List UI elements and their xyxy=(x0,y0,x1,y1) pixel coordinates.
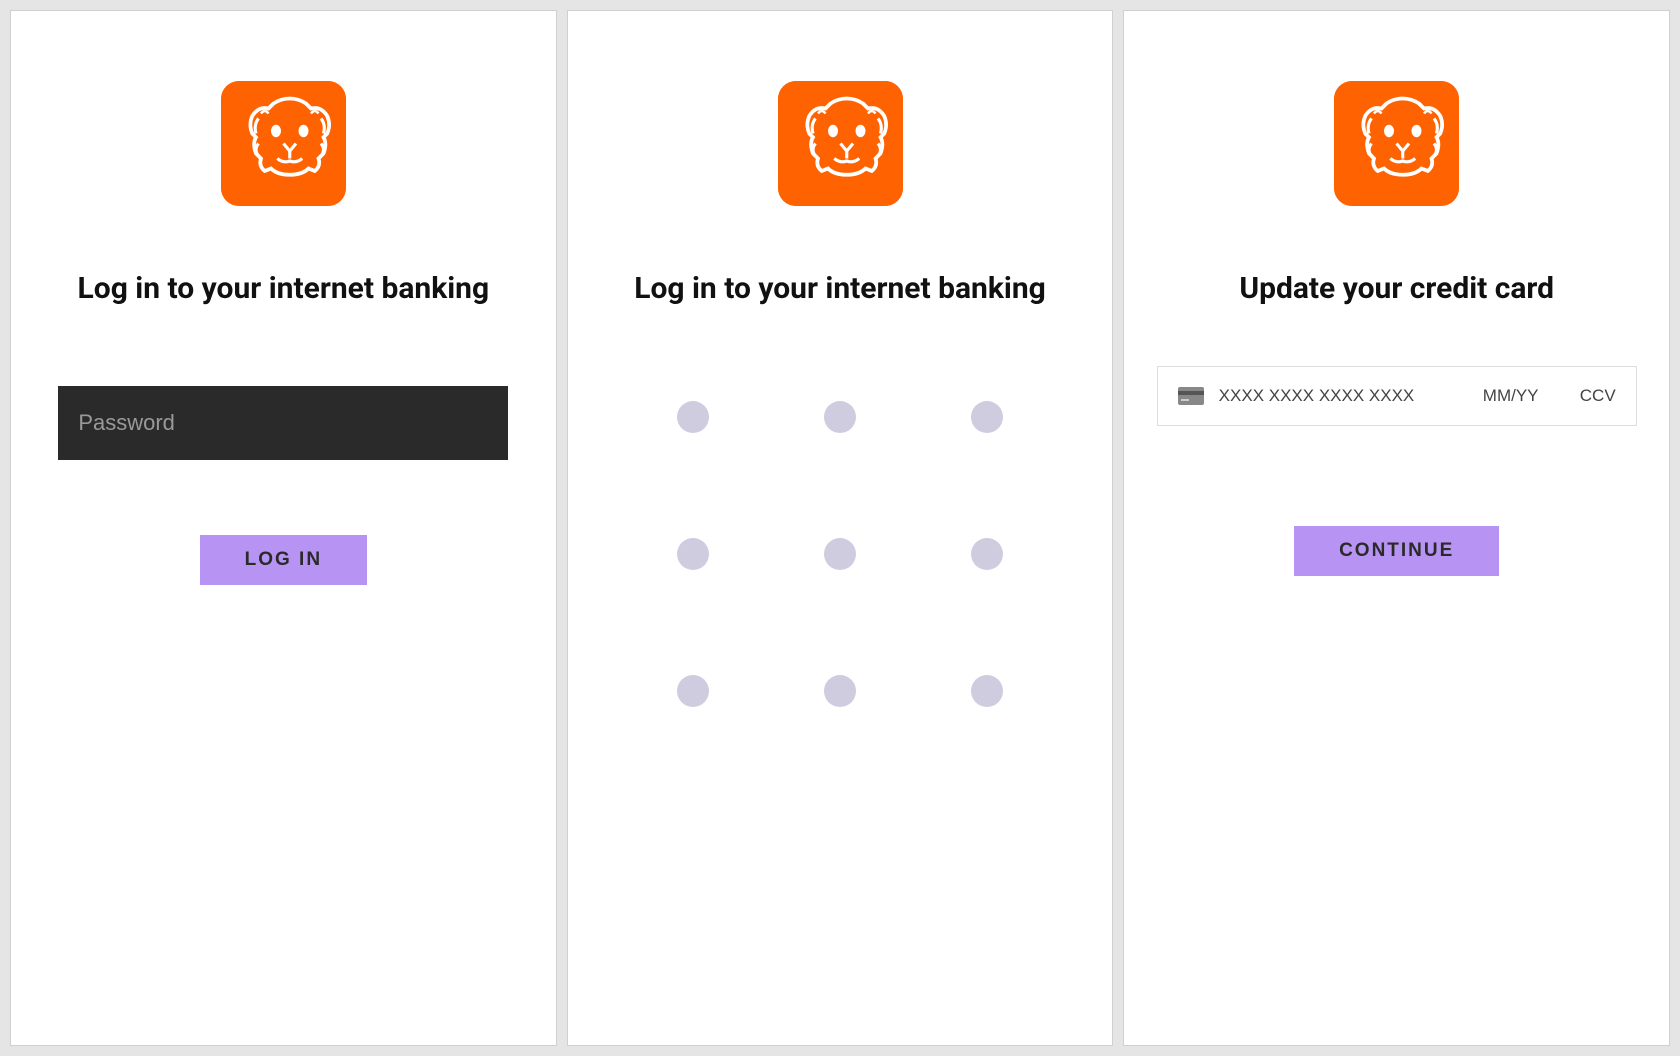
login-title: Log in to your internet banking xyxy=(634,271,1046,306)
update-card-title: Update your credit card xyxy=(1239,271,1554,306)
pattern-dot-5[interactable] xyxy=(824,538,856,570)
login-title: Log in to your internet banking xyxy=(78,271,490,306)
continue-button[interactable]: Continue xyxy=(1294,526,1499,576)
card-input-row xyxy=(1157,366,1637,426)
card-number-input[interactable] xyxy=(1219,386,1456,406)
login-password-panel: Log in to your internet banking Log In xyxy=(10,10,557,1046)
card-expiry-input[interactable] xyxy=(1471,386,1551,406)
pattern-dot-4[interactable] xyxy=(677,538,709,570)
pattern-dot-6[interactable] xyxy=(971,538,1003,570)
login-button[interactable]: Log In xyxy=(200,535,367,585)
pattern-dot-9[interactable] xyxy=(971,675,1003,707)
login-pattern-panel: Log in to your internet banking xyxy=(567,10,1114,1046)
pattern-dot-7[interactable] xyxy=(677,675,709,707)
lion-icon xyxy=(1334,81,1459,206)
pattern-dot-1[interactable] xyxy=(677,401,709,433)
pattern-lock-grid[interactable] xyxy=(677,401,1003,707)
lion-icon xyxy=(221,81,346,206)
pattern-dot-3[interactable] xyxy=(971,401,1003,433)
card-cvv-input[interactable] xyxy=(1566,386,1616,406)
bank-lion-logo xyxy=(778,81,903,206)
bank-lion-logo xyxy=(1334,81,1459,206)
update-card-panel: Update your credit card Continue xyxy=(1123,10,1670,1046)
bank-lion-logo xyxy=(221,81,346,206)
pattern-dot-8[interactable] xyxy=(824,675,856,707)
lion-icon xyxy=(778,81,903,206)
credit-card-icon xyxy=(1178,387,1204,405)
pattern-dot-2[interactable] xyxy=(824,401,856,433)
password-input[interactable] xyxy=(58,386,508,460)
